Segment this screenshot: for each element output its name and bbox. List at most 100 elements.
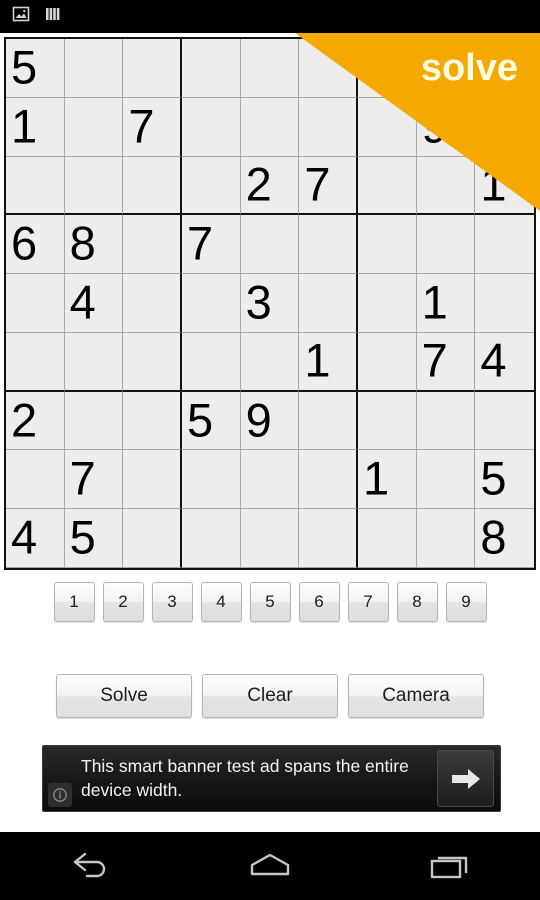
sudoku-cell-r3c3[interactable] — [123, 156, 182, 216]
sudoku-cell-r9c3[interactable] — [123, 509, 182, 568]
sudoku-cell-r4c9[interactable] — [475, 215, 534, 275]
sudoku-cell-r2c9[interactable] — [475, 97, 534, 157]
sudoku-cell-r8c9[interactable]: 5 — [475, 450, 534, 510]
sudoku-cell-r8c7[interactable]: 1 — [358, 450, 417, 510]
sudoku-cell-r6c6[interactable]: 1 — [299, 332, 358, 392]
sudoku-cell-r2c6[interactable] — [299, 97, 358, 157]
sudoku-cell-r5c8[interactable]: 1 — [416, 274, 476, 333]
sudoku-cell-r7c3[interactable] — [123, 391, 182, 451]
solve-button[interactable]: Solve — [56, 674, 192, 718]
sudoku-cell-r5c7[interactable] — [358, 274, 417, 333]
number-button-2[interactable]: 2 — [102, 582, 144, 622]
ad-banner[interactable]: This smart banner test ad spans the enti… — [42, 745, 501, 812]
number-button-6[interactable]: 6 — [298, 582, 340, 622]
sudoku-cell-r6c8[interactable]: 7 — [416, 332, 476, 392]
sudoku-cell-r9c7[interactable] — [358, 509, 417, 568]
sudoku-cell-r4c2[interactable]: 8 — [64, 215, 124, 275]
sudoku-cell-r4c6[interactable] — [299, 215, 358, 275]
sudoku-cell-r7c6[interactable] — [299, 391, 358, 451]
sudoku-cell-r9c8[interactable] — [416, 509, 476, 568]
info-icon[interactable] — [48, 783, 72, 807]
back-icon[interactable] — [0, 849, 180, 883]
sudoku-cell-r2c3[interactable]: 7 — [123, 97, 182, 157]
sudoku-cell-r9c4[interactable] — [182, 509, 241, 568]
sudoku-cell-r9c2[interactable]: 5 — [64, 509, 124, 568]
sudoku-cell-r5c6[interactable] — [299, 274, 358, 333]
sudoku-cell-r8c5[interactable] — [240, 450, 300, 510]
sudoku-cell-r2c5[interactable] — [240, 97, 300, 157]
sudoku-cell-r7c7[interactable] — [358, 391, 417, 451]
sudoku-cell-r6c9[interactable]: 4 — [475, 332, 534, 392]
sudoku-cell-r9c6[interactable] — [299, 509, 358, 568]
sudoku-cell-r2c2[interactable] — [64, 97, 124, 157]
sudoku-grid[interactable]: 5179271687431174259715458 — [4, 37, 536, 570]
sudoku-cell-r4c4[interactable]: 7 — [182, 215, 241, 275]
sudoku-cell-r5c3[interactable] — [123, 274, 182, 333]
number-button-1[interactable]: 1 — [53, 582, 95, 622]
sudoku-cell-r1c1[interactable]: 5 — [6, 39, 65, 98]
sudoku-cell-r5c4[interactable] — [182, 274, 241, 333]
sudoku-cell-r1c2[interactable] — [64, 39, 124, 98]
sudoku-cell-r8c2[interactable]: 7 — [64, 450, 124, 510]
camera-button[interactable]: Camera — [348, 674, 484, 718]
sudoku-cell-r2c1[interactable]: 1 — [6, 97, 65, 157]
number-button-5[interactable]: 5 — [249, 582, 291, 622]
sudoku-cell-r6c1[interactable] — [6, 332, 65, 392]
sudoku-cell-r7c9[interactable] — [475, 391, 534, 451]
sudoku-cell-r5c2[interactable]: 4 — [64, 274, 124, 333]
sudoku-cell-r1c6[interactable] — [299, 39, 358, 98]
sudoku-cell-r5c9[interactable] — [475, 274, 534, 333]
sudoku-cell-r4c3[interactable] — [123, 215, 182, 275]
number-button-7[interactable]: 7 — [347, 582, 389, 622]
sudoku-cell-r2c7[interactable] — [358, 97, 417, 157]
sudoku-cell-r7c5[interactable]: 9 — [240, 391, 300, 451]
ad-arrow-button[interactable] — [437, 750, 494, 807]
sudoku-cell-r4c8[interactable] — [416, 215, 476, 275]
sudoku-cell-r1c8[interactable] — [416, 39, 476, 98]
sudoku-cell-r3c5[interactable]: 2 — [240, 156, 300, 216]
sudoku-cell-r7c8[interactable] — [416, 391, 476, 451]
sudoku-cell-r5c5[interactable]: 3 — [240, 274, 300, 333]
sudoku-cell-r4c7[interactable] — [358, 215, 417, 275]
number-button-3[interactable]: 3 — [151, 582, 193, 622]
sudoku-cell-r9c5[interactable] — [240, 509, 300, 568]
number-button-8[interactable]: 8 — [396, 582, 438, 622]
sudoku-cell-r1c9[interactable] — [475, 39, 534, 98]
sudoku-cell-r7c4[interactable]: 5 — [182, 391, 241, 451]
sudoku-cell-r1c5[interactable] — [240, 39, 300, 98]
sudoku-cell-r3c9[interactable]: 1 — [475, 156, 534, 216]
sudoku-cell-r1c3[interactable] — [123, 39, 182, 98]
sudoku-cell-r4c1[interactable]: 6 — [6, 215, 65, 275]
sudoku-cell-r8c3[interactable] — [123, 450, 182, 510]
sudoku-cell-r6c4[interactable] — [182, 332, 241, 392]
sudoku-cell-r1c7[interactable] — [358, 39, 417, 98]
sudoku-cell-r6c7[interactable] — [358, 332, 417, 392]
sudoku-cell-r8c8[interactable] — [416, 450, 476, 510]
clear-button[interactable]: Clear — [202, 674, 338, 718]
sudoku-cell-r8c6[interactable] — [299, 450, 358, 510]
sudoku-cell-r6c3[interactable] — [123, 332, 182, 392]
sudoku-cell-r3c2[interactable] — [64, 156, 124, 216]
sudoku-cell-r6c5[interactable] — [240, 332, 300, 392]
number-button-9[interactable]: 9 — [445, 582, 487, 622]
sudoku-cell-r3c6[interactable]: 7 — [299, 156, 358, 216]
sudoku-cell-r5c1[interactable] — [6, 274, 65, 333]
sudoku-cell-r4c5[interactable] — [240, 215, 300, 275]
sudoku-cell-r7c2[interactable] — [64, 391, 124, 451]
sudoku-cell-r6c2[interactable] — [64, 332, 124, 392]
sudoku-cell-r3c4[interactable] — [182, 156, 241, 216]
sudoku-cell-r3c1[interactable] — [6, 156, 65, 216]
sudoku-cell-r3c8[interactable] — [416, 156, 476, 216]
recent-apps-icon[interactable] — [360, 849, 540, 883]
sudoku-cell-r3c7[interactable] — [358, 156, 417, 216]
sudoku-cell-r1c4[interactable] — [182, 39, 241, 98]
sudoku-cell-r2c8[interactable]: 9 — [416, 97, 476, 157]
sudoku-cell-r9c1[interactable]: 4 — [6, 509, 65, 568]
number-button-4[interactable]: 4 — [200, 582, 242, 622]
sudoku-cell-r8c1[interactable] — [6, 450, 65, 510]
sudoku-cell-r2c4[interactable] — [182, 97, 241, 157]
home-icon[interactable] — [180, 849, 360, 883]
sudoku-cell-r7c1[interactable]: 2 — [6, 391, 65, 451]
sudoku-cell-r9c9[interactable]: 8 — [475, 509, 534, 568]
sudoku-cell-r8c4[interactable] — [182, 450, 241, 510]
